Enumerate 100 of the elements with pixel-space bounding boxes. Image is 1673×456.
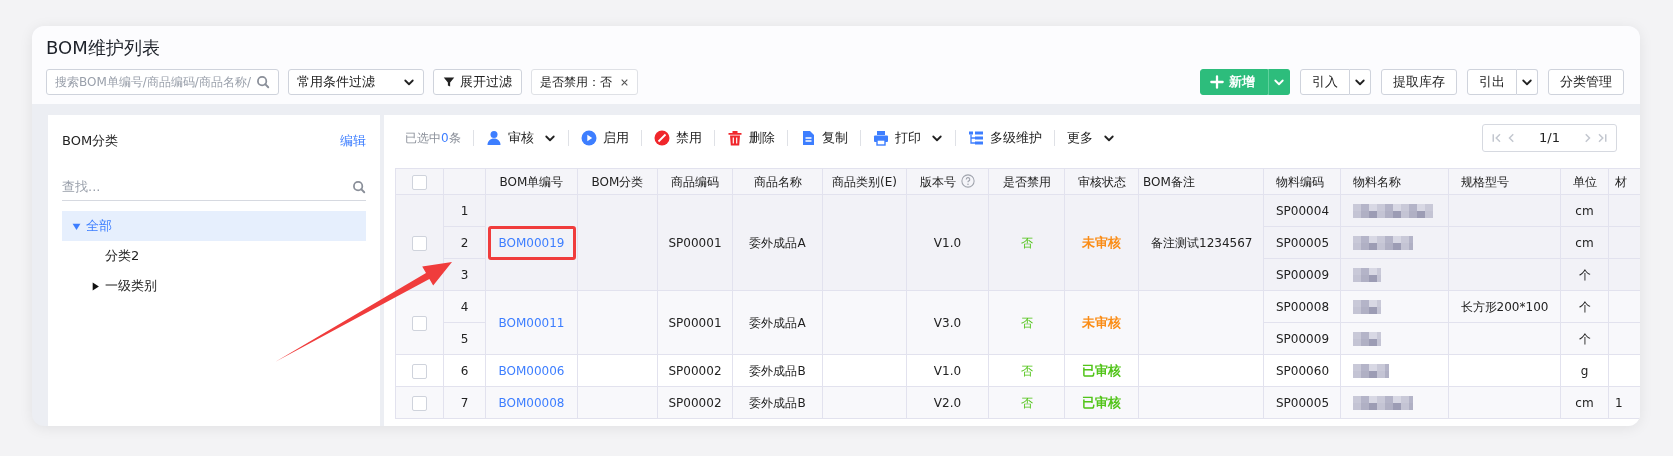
toolbar-button[interactable]: 启用 [580,128,629,148]
trash-icon [726,130,743,146]
toolbar-button[interactable]: 禁用 [653,128,702,148]
page-title: BOM维护列表 [46,36,161,60]
table-cell: 个 [1560,290,1609,323]
dropdown-toggle-button[interactable] [1268,69,1290,95]
tree-list-icon [967,130,984,146]
column-header: 物料名称 [1340,168,1449,195]
table-cell: cm [1560,386,1609,419]
search-icon [352,179,366,194]
tree-item[interactable]: 分类2 [62,241,366,271]
edit-link[interactable]: 编辑 [340,131,366,151]
column-header: 是否禁用 [988,168,1065,195]
column-header: BOM分类 [577,168,658,195]
action-button[interactable]: 分类管理 [1548,69,1624,95]
tree-item-label: 全部 [86,217,112,236]
table-cell: 否 [988,354,1065,387]
table-cell: V3.0 [906,290,989,355]
plus-icon [1210,75,1224,89]
search-icon [256,75,270,89]
condition-select[interactable]: 常用条件过滤 [288,69,424,95]
column-header: 材 [1608,168,1640,195]
table-cell: 否 [988,290,1065,355]
filter-tag-label: 是否禁用：否 [540,74,612,91]
column-header: 单位 [1560,168,1609,195]
dropdown-toggle-button[interactable] [1350,69,1371,95]
table-cell: SP00009 [1263,322,1341,355]
table-cell: 委外成品A [732,194,823,291]
select-all-checkbox[interactable] [412,174,427,190]
table-cell: 委外成品A [732,290,823,355]
column-header: 物料编码 [1263,168,1341,195]
toolbar-button[interactable]: 复制 [799,128,848,148]
toolbar-button[interactable]: 审核 [485,128,556,148]
table-cell: V2.0 [906,386,989,419]
action-button[interactable]: 提取库存 [1381,69,1457,95]
table-cell: SP00008 [1263,290,1341,323]
tree-item[interactable]: 一级类别 [62,271,366,301]
table-cell: cm [1560,194,1609,227]
column-header: 商品编码 [657,168,733,195]
caret-down-icon[interactable] [72,221,81,231]
toolbar-button[interactable]: 删除 [726,128,775,148]
dropdown-toggle-button[interactable] [1517,69,1538,95]
close-icon[interactable] [620,77,629,87]
column-header: 商品名称 [732,168,823,195]
table-cell: 否 [988,386,1065,419]
row-checkbox[interactable] [412,395,427,411]
row-checkbox[interactable] [412,315,427,331]
table-cell: SP00002 [657,354,733,387]
caret-right-icon[interactable] [91,281,100,291]
column-header: 规格型号 [1448,168,1561,195]
toolbar-button[interactable]: 打印 [872,128,943,148]
table-cell: 委外成品B [732,386,823,419]
table-cell: SP00005 [1263,226,1341,259]
toolbar-button[interactable]: 多级维护 [967,128,1042,148]
table-cell: g [1560,354,1609,387]
page-indicator: 1/1 [1539,129,1560,148]
table-cell: SP00009 [1263,258,1341,291]
toolbar-button[interactable]: 更多 [1066,128,1115,148]
row-number: 6 [443,354,486,387]
review-status: 未审核 [1082,314,1121,330]
table-cell: SP00004 [1263,194,1341,227]
table-cell: SP00060 [1263,354,1341,387]
tree-item-label: 一级类别 [105,277,157,296]
last-page-icon[interactable] [1596,132,1608,144]
bom-number-link[interactable]: BOM00011 [498,315,565,330]
column-header: BOM备注 [1138,168,1264,195]
action-button[interactable]: 引出 [1467,69,1517,95]
table-cell: 否 [988,194,1065,291]
table-cell: V1.0 [906,194,989,291]
filter-icon [443,76,455,88]
action-button[interactable]: 引入 [1300,69,1350,95]
table-cell: SP00001 [657,290,733,355]
row-checkbox[interactable] [412,235,427,251]
review-status: 已审核 [1082,394,1121,410]
tree-item-label: 分类2 [105,247,140,266]
table-cell: 备注测试1234567 [1138,194,1264,291]
table-cell: 委外成品B [732,354,823,387]
column-header: BOM单编号 [485,168,578,195]
help-icon[interactable] [961,173,975,188]
table-cell: SP00001 [657,194,733,291]
panel-title: BOM分类 [62,132,119,150]
column-header: 商品类别(E) [822,168,907,195]
printer-icon [872,130,889,146]
selection-count: 已选中0条 [405,130,461,147]
table-cell: 个 [1560,322,1609,355]
table-cell: 个 [1560,258,1609,291]
table-cell: cm [1560,226,1609,259]
play-circle-icon [580,130,597,146]
table-cell: 长方形200*100 [1448,290,1561,323]
search-field[interactable]: 搜索BOM单编号/商品编码/商品名称/ [46,69,279,95]
expand-filter-button[interactable]: 展开过滤 [433,69,522,95]
ban-icon [653,130,670,146]
column-header: 版本号 [920,174,956,189]
review-status: 未审核 [1082,234,1121,250]
table-cell: V1.0 [906,354,989,387]
row-checkbox[interactable] [412,363,427,379]
table-cell: SP00005 [1263,386,1341,419]
column-header: 审核状态 [1064,168,1139,195]
review-status: 已审核 [1082,362,1121,378]
user-icon [485,130,502,146]
